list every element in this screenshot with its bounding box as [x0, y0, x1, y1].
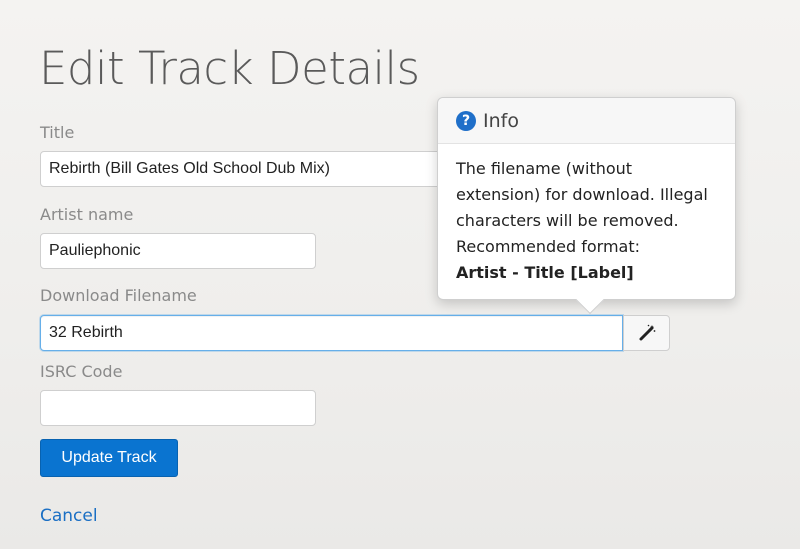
recommended-format: Artist - Title [Label] [456, 263, 634, 282]
artist-name-label: Artist name [40, 205, 134, 224]
popover-body: The filename (without extension) for dow… [438, 144, 735, 298]
question-circle-icon: ? [456, 110, 476, 131]
download-filename-label: Download Filename [40, 286, 197, 305]
popover-header: ? Info [438, 98, 735, 144]
isrc-code-input[interactable] [40, 390, 316, 426]
info-popover: ? Info The filename (without extension) … [437, 97, 736, 315]
popover-text: The filename (without extension) for dow… [456, 159, 708, 256]
isrc-code-label: ISRC Code [40, 362, 123, 381]
page-title: Edit Track Details [39, 42, 420, 95]
update-track-button[interactable]: Update Track [40, 439, 178, 477]
generate-filename-button[interactable] [623, 315, 670, 351]
artist-name-input[interactable] [40, 233, 316, 269]
download-filename-input[interactable] [40, 315, 623, 351]
cancel-link[interactable]: Cancel [40, 506, 98, 526]
magic-wand-icon [639, 324, 655, 341]
title-input[interactable] [40, 151, 460, 187]
popover-title: Info [483, 109, 519, 132]
title-label: Title [40, 123, 75, 142]
